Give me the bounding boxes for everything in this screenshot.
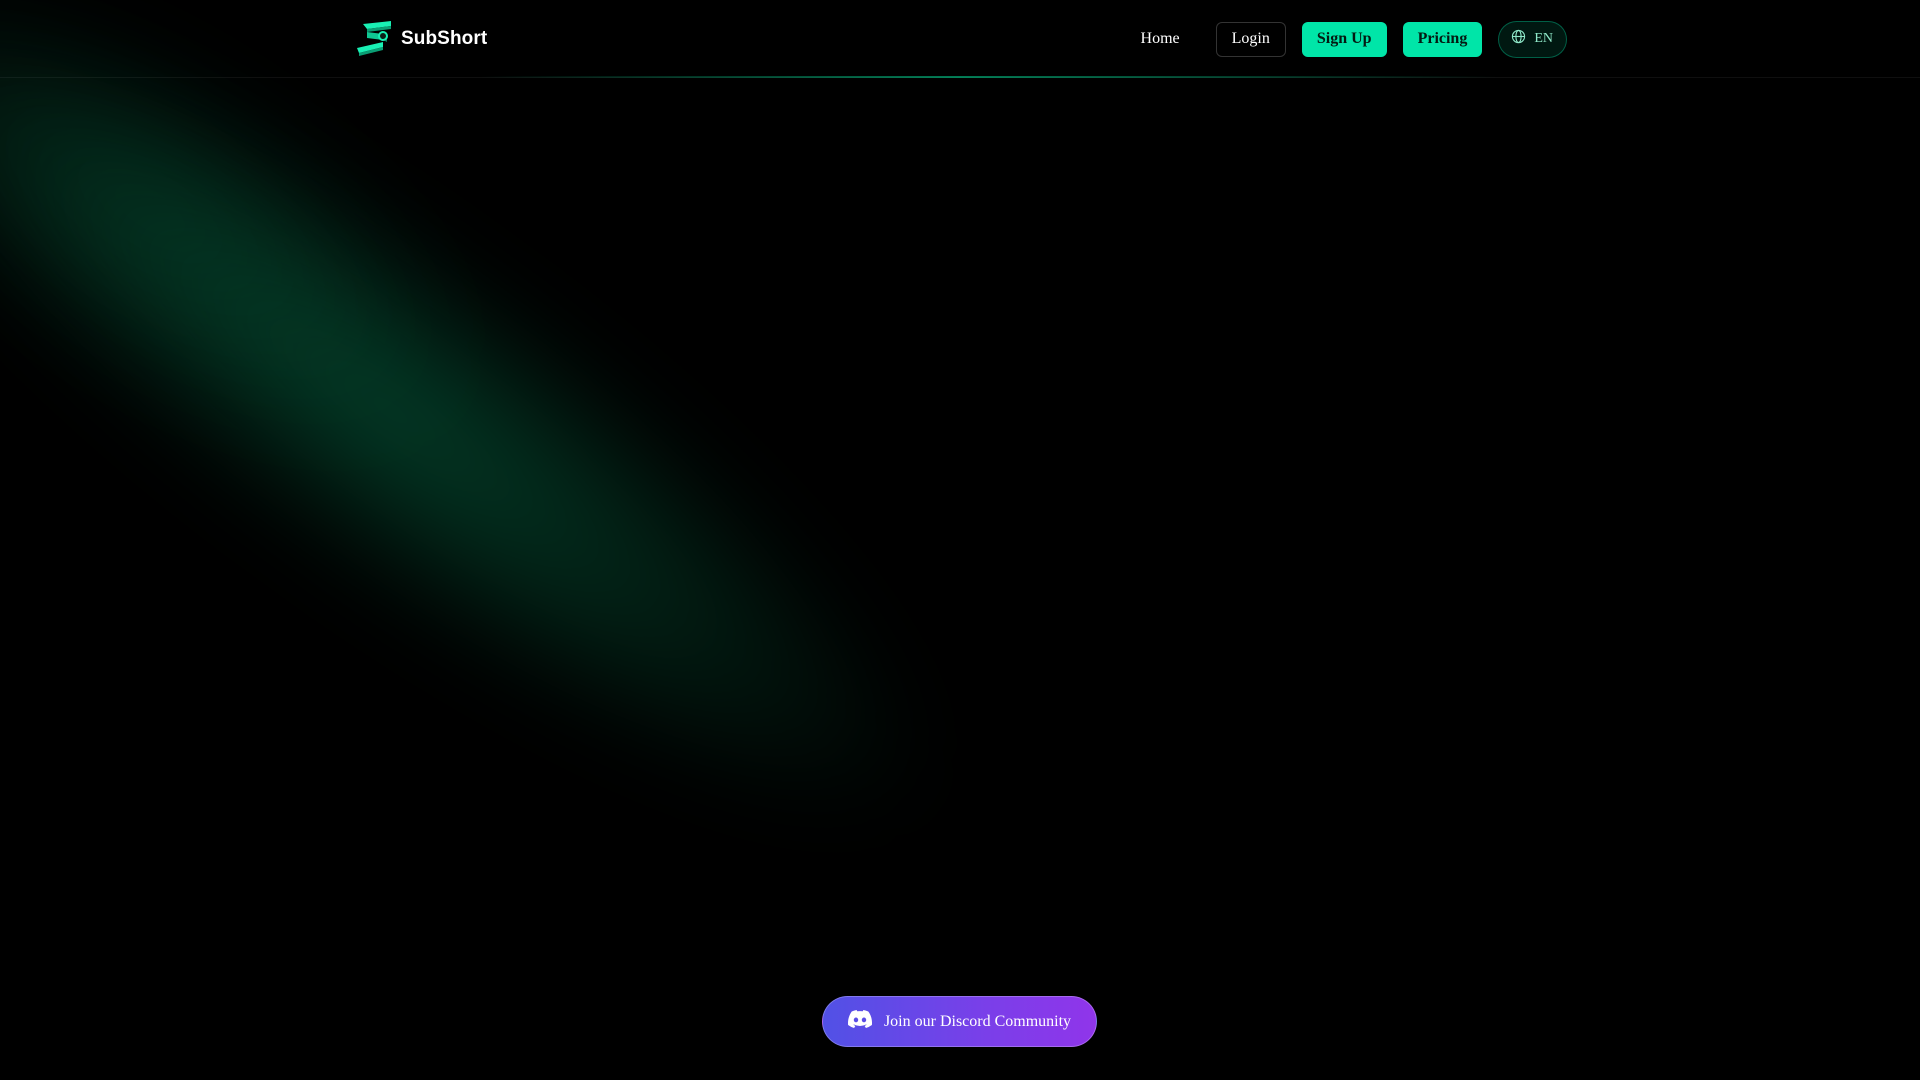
page: SubShort Home Login Sign Up Pricing EN J… [0,0,1920,1080]
discord-label: Join our Discord Community [883,1012,1072,1030]
login-button[interactable]: Login [1215,21,1286,57]
navbar-accent-line [0,76,1920,78]
nav-home-link[interactable]: Home [1141,30,1180,48]
subshort-logo-icon [353,20,395,58]
globe-icon [1511,29,1534,49]
discord-icon [847,1010,884,1033]
nav-menu: Home Login Sign Up Pricing EN [1141,20,1567,58]
discord-community-button[interactable]: Join our Discord Community [822,996,1097,1047]
pricing-button[interactable]: Pricing [1402,21,1483,57]
navbar: SubShort Home Login Sign Up Pricing EN [0,0,1920,78]
brand-name: SubShort [401,28,488,49]
language-selector[interactable]: EN [1498,20,1567,58]
signup-button[interactable]: Sign Up [1301,21,1387,57]
background-glow [0,0,1010,922]
language-label: EN [1534,31,1553,46]
logo[interactable]: SubShort [353,20,487,58]
